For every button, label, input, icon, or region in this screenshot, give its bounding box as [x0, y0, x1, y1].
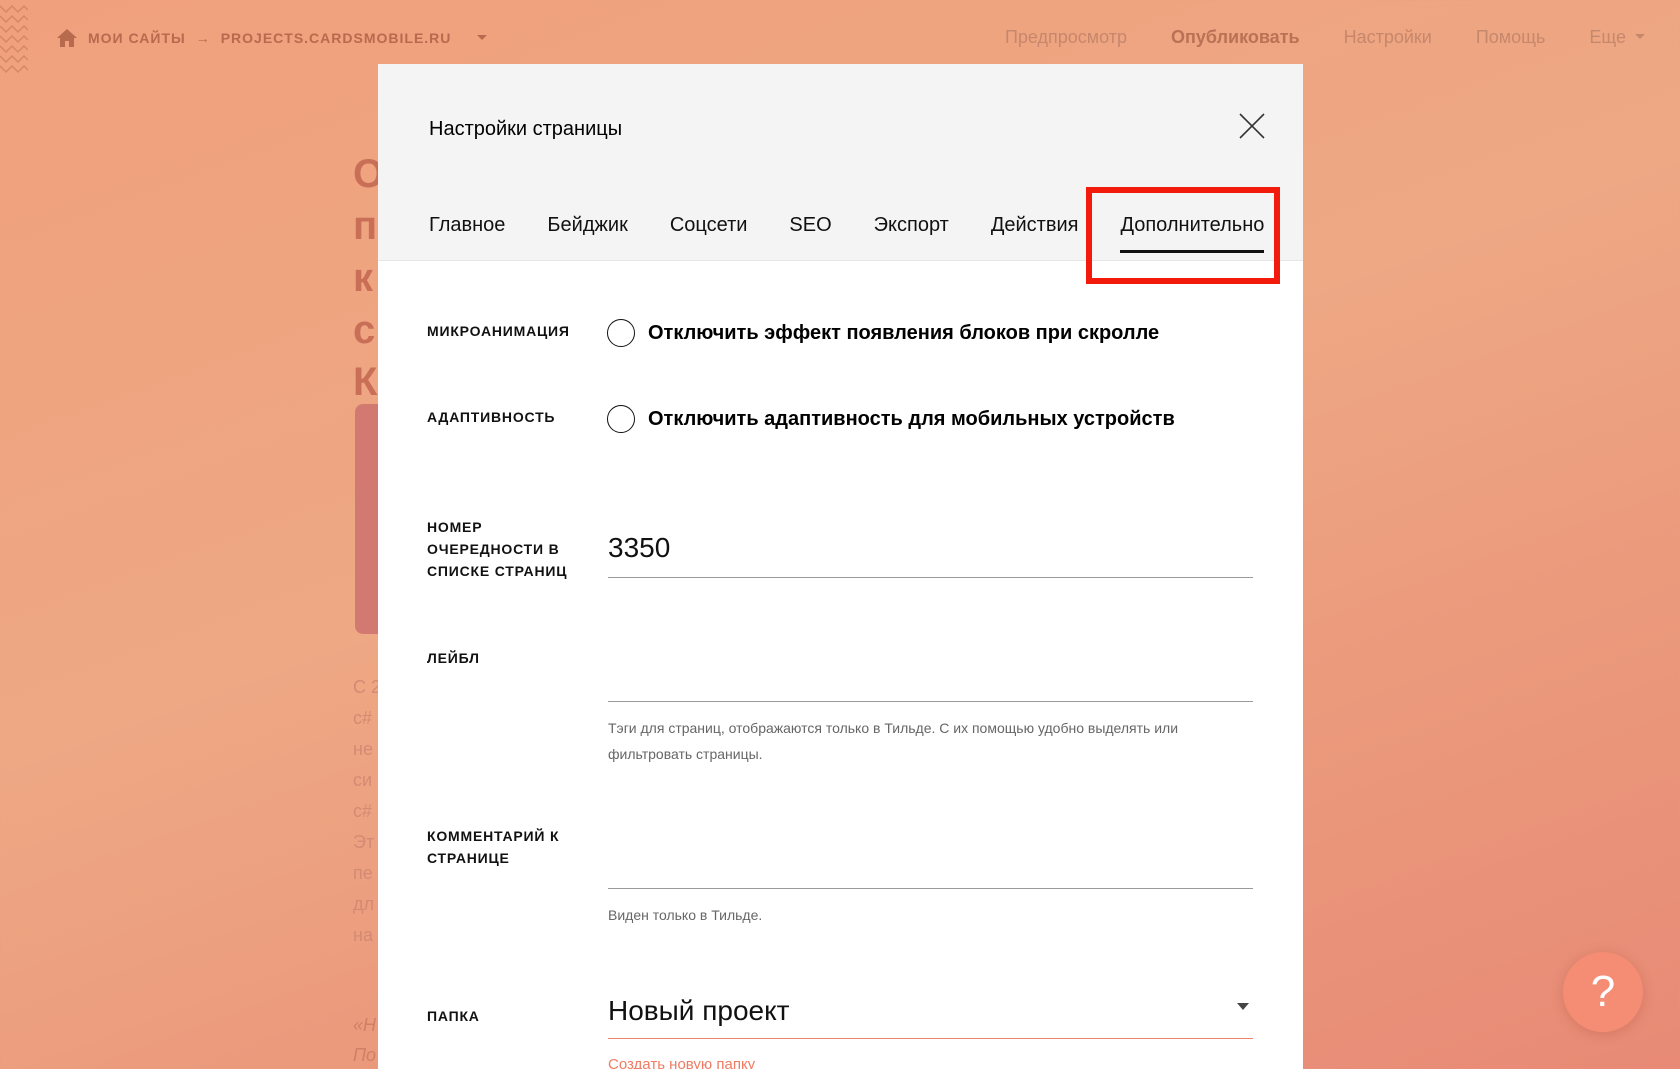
more-menu[interactable]: Еще: [1589, 27, 1646, 48]
caret-down-icon: [1237, 1003, 1249, 1010]
disable-scroll-animation-text: Отключить эффект появления блоков при ск…: [648, 321, 1160, 344]
chevron-down-icon[interactable]: [475, 33, 489, 43]
disable-scroll-animation-checkbox[interactable]: Отключить эффект появления блоков при ск…: [607, 319, 1159, 347]
create-folder-link[interactable]: Создать новую папку: [608, 1056, 755, 1069]
tag-label: ЛЕЙБЛ: [427, 650, 480, 666]
disable-adaptivity-checkbox[interactable]: Отключить адаптивность для мобильных уст…: [607, 405, 1175, 433]
tag-hint: Тэги для страниц, отображаются только в …: [608, 720, 1179, 762]
radio-circle[interactable]: [607, 405, 635, 433]
chevron-down-icon: [1635, 34, 1645, 39]
disable-adaptivity-text: Отключить адаптивность для мобильных уст…: [648, 407, 1175, 430]
breadcrumb: МОИ САЙТЫ → PROJECTS.CARDSMOBILE.RU: [56, 24, 489, 52]
tab-badge[interactable]: Бейджик: [547, 214, 627, 261]
highlight-annotation: [1086, 187, 1280, 284]
preview-link[interactable]: Предпросмотр: [1005, 27, 1127, 48]
tab-main[interactable]: Главное: [429, 214, 505, 261]
pattern-decoration: [0, 4, 28, 74]
close-icon[interactable]: [1236, 110, 1268, 142]
radio-circle[interactable]: [607, 319, 635, 347]
adaptivity-label: АДАПТИВНОСТЬ: [427, 409, 556, 425]
tag-input[interactable]: [608, 650, 1253, 702]
tab-export[interactable]: Экспорт: [874, 214, 949, 261]
tab-actions[interactable]: Действия: [991, 214, 1079, 261]
folder-select-value: Новый проект: [608, 995, 790, 1026]
modal-title: Настройки страницы: [429, 118, 623, 140]
help-link[interactable]: Помощь: [1476, 27, 1546, 48]
publish-link[interactable]: Опубликовать: [1171, 27, 1300, 48]
help-button[interactable]: ?: [1563, 952, 1643, 1032]
breadcrumb-project[interactable]: PROJECTS.CARDSMOBILE.RU: [221, 30, 452, 46]
breadcrumb-my-sites[interactable]: МОИ САЙТЫ: [88, 30, 186, 46]
folder-label: ПАПКА: [427, 1008, 480, 1024]
home-icon[interactable]: [56, 28, 78, 48]
breadcrumb-arrow: →: [195, 30, 211, 46]
comment-input[interactable]: [608, 837, 1253, 889]
tab-social[interactable]: Соцсети: [670, 214, 748, 261]
tab-seo[interactable]: SEO: [789, 214, 831, 261]
comment-hint: Виден только в Тильде.: [608, 907, 763, 923]
top-navigation: Предпросмотр Опубликовать Настройки Помо…: [1005, 22, 1646, 52]
more-label: Еще: [1589, 26, 1626, 47]
order-number-label: НОМЕР ОЧЕРЕДНОСТИ В СПИСКЕ СТРАНИЦ: [427, 519, 568, 579]
microanimation-label: МИКРОАНИМАЦИЯ: [427, 323, 570, 339]
settings-link[interactable]: Настройки: [1344, 27, 1432, 48]
folder-select[interactable]: Новый проект: [608, 989, 1253, 1039]
comment-label: КОММЕНТАРИЙ К СТРАНИЦЕ: [427, 828, 560, 866]
order-number-input[interactable]: 3350: [608, 526, 1253, 578]
